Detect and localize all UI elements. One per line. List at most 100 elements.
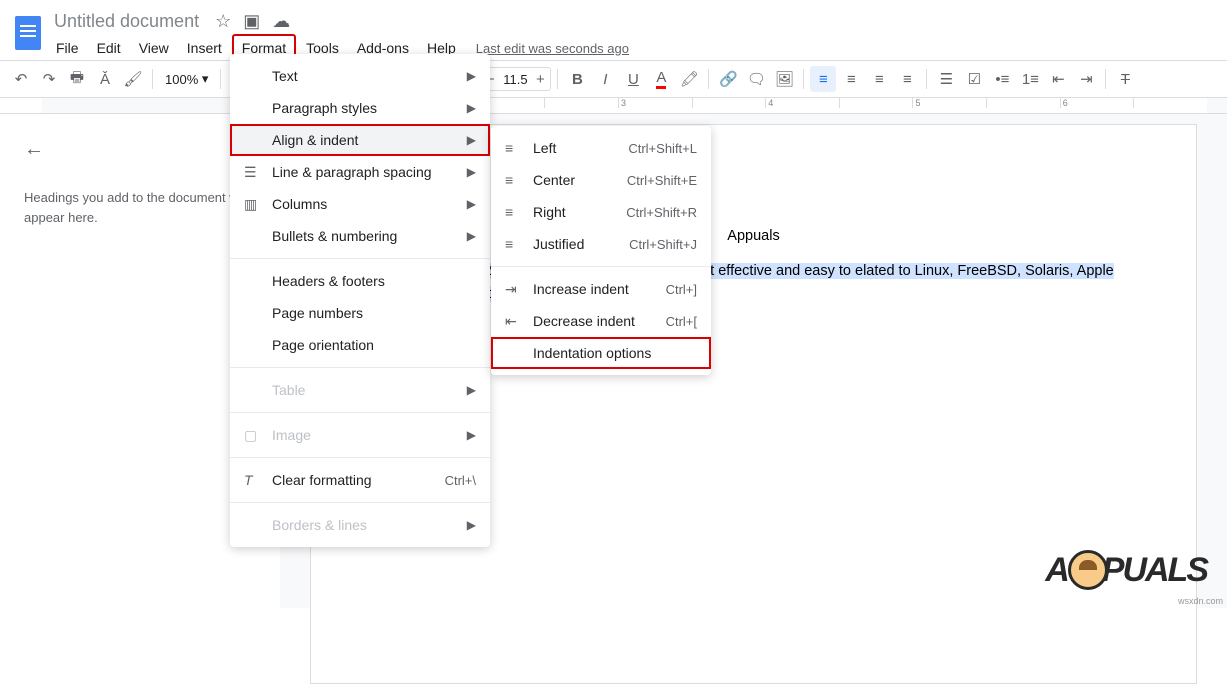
indent-decrease-icon: ⇤: [505, 313, 533, 330]
link-button[interactable]: 🔗: [715, 66, 741, 92]
number-list-button[interactable]: 1≡: [1017, 66, 1043, 92]
format-page-numbers[interactable]: Page numbers: [230, 297, 490, 329]
menu-file[interactable]: File: [48, 36, 87, 60]
ruler-tick: 6: [1060, 98, 1134, 108]
align-justified[interactable]: ≡JustifiedCtrl+Shift+J: [491, 228, 711, 260]
clear-format-icon: T: [244, 472, 272, 488]
bullet-list-button[interactable]: •≡: [989, 66, 1015, 92]
increase-indent-button[interactable]: ⇥: [1073, 66, 1099, 92]
chevron-right-icon: ▶: [467, 133, 476, 147]
chevron-right-icon: ▶: [467, 101, 476, 115]
cloud-icon[interactable]: ☁: [272, 11, 290, 32]
highlight-button[interactable]: 🖍: [676, 66, 702, 92]
clear-format-button[interactable]: T: [1112, 66, 1138, 92]
star-icon[interactable]: ☆: [215, 11, 231, 32]
align-right[interactable]: ≡RightCtrl+Shift+R: [491, 196, 711, 228]
ruler-tick: 4: [765, 98, 839, 108]
decrease-indent[interactable]: ⇤Decrease indentCtrl+[: [491, 305, 711, 337]
docs-logo-icon: [15, 16, 41, 50]
ruler[interactable]: 1 2 3 4 5 6: [42, 98, 1227, 113]
zoom-select[interactable]: 100% ▾: [159, 71, 214, 87]
chevron-right-icon: ▶: [467, 197, 476, 211]
align-right-icon: ≡: [505, 204, 533, 220]
ruler-row: 1 2 3 4 5 6: [0, 98, 1227, 114]
align-right-button[interactable]: ≡: [866, 66, 892, 92]
separator: [230, 367, 490, 368]
spellcheck-button[interactable]: Ǎ: [92, 66, 118, 92]
source-watermark: wsxdn.com: [1178, 596, 1223, 606]
italic-button[interactable]: I: [592, 66, 618, 92]
comment-button[interactable]: 🗨: [743, 66, 769, 92]
align-center-button[interactable]: ≡: [838, 66, 864, 92]
align-center[interactable]: ≡CenterCtrl+Shift+E: [491, 164, 711, 196]
menu-insert[interactable]: Insert: [179, 36, 230, 60]
toolbar: ↶ ↷ 🖶 Ǎ 🖌 100% ▾ − 11.5 + B I U A 🖍 🔗 🗨 …: [0, 60, 1227, 98]
align-justify-icon: ≡: [505, 236, 533, 252]
align-left[interactable]: ≡LeftCtrl+Shift+L: [491, 132, 711, 164]
decrease-indent-button[interactable]: ⇤: [1045, 66, 1071, 92]
separator: [230, 457, 490, 458]
format-line-spacing[interactable]: ☰Line & paragraph spacing▶: [230, 156, 490, 188]
format-clear[interactable]: TClear formattingCtrl+\: [230, 464, 490, 496]
checklist-button[interactable]: ☑: [961, 66, 987, 92]
increase-indent[interactable]: ⇥Increase indentCtrl+]: [491, 273, 711, 305]
format-headers-footers[interactable]: Headers & footers: [230, 265, 490, 297]
print-button[interactable]: 🖶: [64, 66, 90, 92]
image-button[interactable]: 🖼: [771, 66, 797, 92]
undo-button[interactable]: ↶: [8, 66, 34, 92]
format-page-orientation[interactable]: Page orientation: [230, 329, 490, 361]
move-icon[interactable]: ▣: [243, 11, 260, 32]
separator: [803, 69, 804, 89]
brand-watermark: A: [1045, 550, 1207, 590]
ruler-tick: 3: [618, 98, 692, 108]
separator: [1105, 69, 1106, 89]
format-bullets[interactable]: Bullets & numbering▶: [230, 220, 490, 252]
ruler-tick: 5: [912, 98, 986, 108]
align-center-icon: ≡: [505, 172, 533, 188]
align-justify-button[interactable]: ≡: [894, 66, 920, 92]
font-size-control[interactable]: − 11.5 +: [479, 67, 551, 91]
docs-logo[interactable]: [8, 8, 48, 58]
avatar-icon: [1068, 550, 1108, 590]
menu-edit[interactable]: Edit: [89, 36, 129, 60]
document-title[interactable]: Untitled document: [48, 9, 205, 34]
align-left-button[interactable]: ≡: [810, 66, 836, 92]
align-left-icon: ≡: [505, 140, 533, 156]
font-size-value[interactable]: 11.5: [500, 72, 530, 87]
font-size-increase[interactable]: +: [530, 66, 550, 92]
chevron-right-icon: ▶: [467, 518, 476, 532]
format-text[interactable]: Text▶: [230, 60, 490, 92]
format-columns[interactable]: ▥Columns▶: [230, 188, 490, 220]
chevron-right-icon: ▶: [467, 428, 476, 442]
format-paragraph-styles[interactable]: Paragraph styles▶: [230, 92, 490, 124]
image-icon: ▢: [244, 427, 272, 444]
ruler-tick: [839, 98, 913, 108]
format-menu-dropdown: Text▶ Paragraph styles▶ Align & indent▶ …: [230, 54, 490, 547]
line-spacing-button[interactable]: ☰: [933, 66, 959, 92]
columns-icon: ▥: [244, 196, 272, 213]
zoom-value: 100%: [165, 72, 198, 87]
paint-format-button[interactable]: 🖌: [120, 66, 146, 92]
indent-increase-icon: ⇥: [505, 281, 533, 298]
ruler-tick: [1133, 98, 1207, 108]
outline-back-arrow-icon[interactable]: ←: [24, 134, 255, 164]
underline-button[interactable]: U: [620, 66, 646, 92]
format-align-indent[interactable]: Align & indent▶: [230, 124, 490, 156]
align-indent-submenu: ≡LeftCtrl+Shift+L ≡CenterCtrl+Shift+E ≡R…: [491, 126, 711, 375]
text-color-button[interactable]: A: [648, 66, 674, 92]
separator: [926, 69, 927, 89]
chevron-right-icon: ▶: [467, 229, 476, 243]
last-edit-link[interactable]: Last edit was seconds ago: [476, 41, 629, 56]
indentation-options[interactable]: Indentation options: [491, 337, 711, 369]
format-image: ▢Image▶: [230, 419, 490, 451]
menubar: File Edit View Insert Format Tools Add-o…: [48, 34, 1219, 62]
redo-button[interactable]: ↷: [36, 66, 62, 92]
separator: [557, 69, 558, 89]
title-area: Untitled document ☆ ▣ ☁ File Edit View I…: [48, 8, 1219, 62]
format-table: Table▶: [230, 374, 490, 406]
chevron-right-icon: ▶: [467, 383, 476, 397]
menu-view[interactable]: View: [131, 36, 177, 60]
ruler-tick: [544, 98, 618, 108]
outline-toggle[interactable]: [0, 98, 42, 113]
bold-button[interactable]: B: [564, 66, 590, 92]
